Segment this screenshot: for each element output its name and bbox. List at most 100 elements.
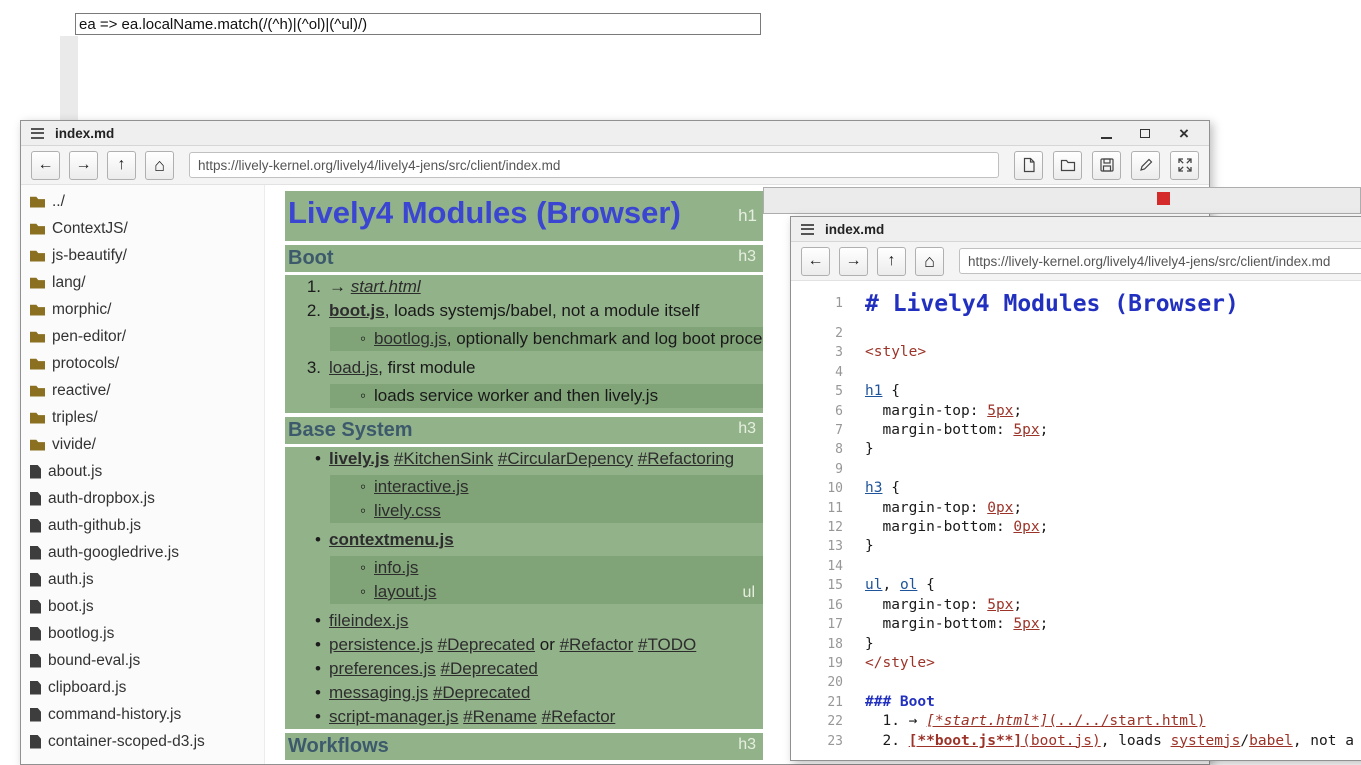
sidebar-item[interactable]: auth.js <box>21 566 264 593</box>
md-link[interactable]: messaging.js <box>329 683 428 702</box>
back-button[interactable]: ← <box>31 151 60 180</box>
md-link[interactable]: start.html <box>351 277 421 296</box>
maximize-button[interactable] <box>1132 124 1158 142</box>
code-line[interactable]: 12 margin-bottom: 0px; <box>791 518 1361 537</box>
sidebar-item[interactable]: morphic/ <box>21 296 264 323</box>
sidebar-item[interactable]: boot.js <box>21 593 264 620</box>
sidebar-item[interactable]: vivide/ <box>21 431 264 458</box>
sidebar-item[interactable]: auth-googledrive.js <box>21 539 264 566</box>
sidebar-item[interactable]: ../ <box>21 188 264 215</box>
md-link[interactable]: #Deprecated <box>433 683 530 702</box>
md-link[interactable]: [*start.html*] <box>926 713 1048 729</box>
minimize-button[interactable] <box>1093 124 1119 142</box>
md-link[interactable]: contextmenu.js <box>329 530 454 549</box>
code-line[interactable]: 14 <box>791 557 1361 576</box>
md-link[interactable]: preferences.js <box>329 659 436 678</box>
code-line[interactable]: 13} <box>791 537 1361 556</box>
code-line[interactable]: 3<style> <box>791 343 1361 362</box>
md-link[interactable]: #CircularDepency <box>498 449 633 468</box>
back-button[interactable]: ← <box>801 247 830 276</box>
new-file-button[interactable] <box>1014 151 1043 180</box>
sidebar-item[interactable]: triples/ <box>21 404 264 431</box>
sidebar-item[interactable]: js-beautify/ <box>21 242 264 269</box>
open-folder-button[interactable] <box>1053 151 1082 180</box>
md-link[interactable]: lively.css <box>374 501 441 520</box>
md-link[interactable]: fileindex.js <box>329 611 408 630</box>
md-link[interactable]: #Deprecated <box>441 659 538 678</box>
md-link[interactable]: #Refactor <box>560 635 634 654</box>
window-menu-icon[interactable] <box>31 128 44 139</box>
text-segment: ; <box>1040 422 1049 438</box>
code-line[interactable]: 9 <box>791 460 1361 479</box>
md-link[interactable]: boot.js <box>329 301 385 320</box>
code-line[interactable]: 18} <box>791 635 1361 654</box>
md-link[interactable]: #KitchenSink <box>394 449 493 468</box>
code-line[interactable]: 23 2. [**boot.js**](boot.js), loads syst… <box>791 732 1361 751</box>
sidebar-item[interactable]: protocols/ <box>21 350 264 377</box>
md-link[interactable]: #TODO <box>638 635 696 654</box>
sidebar-item[interactable]: container-scoped-d3.js <box>21 728 264 755</box>
close-button[interactable]: × <box>1171 124 1197 142</box>
sidebar-item[interactable]: command-history.js <box>21 701 264 728</box>
code-line[interactable]: 7 margin-bottom: 5px; <box>791 421 1361 440</box>
sidebar-item[interactable]: lang/ <box>21 269 264 296</box>
md-link[interactable]: lively.js <box>329 449 389 468</box>
code-line[interactable]: 6 margin-top: 5px; <box>791 402 1361 421</box>
md-link[interactable]: layout.js <box>374 582 436 601</box>
md-link[interactable]: script-manager.js <box>329 707 458 726</box>
code-line[interactable]: 16 margin-top: 5px; <box>791 596 1361 615</box>
sidebar-item[interactable]: auth-github.js <box>21 512 264 539</box>
md-link[interactable]: #Deprecated <box>438 635 535 654</box>
code-line[interactable]: 1# Lively4 Modules (Browser) <box>791 287 1361 324</box>
code-line[interactable]: 15ul, ol { <box>791 576 1361 595</box>
code-line[interactable]: 5h1 { <box>791 382 1361 401</box>
md-link[interactable]: interactive.js <box>374 477 468 496</box>
md-link[interactable]: #Refactor <box>542 707 616 726</box>
url-input[interactable] <box>189 152 999 178</box>
code-line[interactable]: 19</style> <box>791 654 1361 673</box>
code-editor[interactable]: 1# Lively4 Modules (Browser) 2 3<style> … <box>791 281 1361 760</box>
code-line[interactable]: 4 <box>791 363 1361 382</box>
code-line[interactable]: 21### Boot <box>791 693 1361 712</box>
md-link[interactable]: load.js <box>329 358 378 377</box>
save-button[interactable] <box>1092 151 1121 180</box>
code-line[interactable]: 20 <box>791 673 1361 692</box>
code-line[interactable]: 22 1. → [*start.html*](../../start.html) <box>791 712 1361 731</box>
md-link[interactable]: info.js <box>374 558 418 577</box>
sidebar-item[interactable]: reactive/ <box>21 377 264 404</box>
md-link[interactable]: [**boot.js**] <box>909 733 1023 749</box>
code-line[interactable]: 17 margin-bottom: 5px; <box>791 615 1361 634</box>
md-link[interactable]: persistence.js <box>329 635 433 654</box>
sidebar-item[interactable]: ContextJS/ <box>21 215 264 242</box>
up-button[interactable]: ↑ <box>107 151 136 180</box>
code-line[interactable]: 10h3 { <box>791 479 1361 498</box>
md-link[interactable]: #Refactoring <box>638 449 734 468</box>
sidebar-item[interactable]: clipboard.js <box>21 674 264 701</box>
md-link[interactable]: #Rename <box>463 707 537 726</box>
forward-button[interactable]: → <box>69 151 98 180</box>
background-window-strip[interactable] <box>763 187 1361 214</box>
expand-button[interactable] <box>1170 151 1199 180</box>
sidebar-item[interactable]: auth-dropbox.js <box>21 485 264 512</box>
sidebar-item[interactable]: about.js <box>21 458 264 485</box>
code-line[interactable]: 11 margin-top: 0px; <box>791 499 1361 518</box>
folder-icon <box>30 304 45 316</box>
code-line[interactable]: 2 <box>791 324 1361 343</box>
window2-titlebar[interactable]: index.md <box>791 217 1361 242</box>
url-input[interactable] <box>959 248 1361 274</box>
home-button[interactable]: ⌂ <box>915 247 944 276</box>
code-line[interactable]: 8} <box>791 440 1361 459</box>
forward-button[interactable]: → <box>839 247 868 276</box>
home-button[interactable]: ⌂ <box>145 151 174 180</box>
edit-button[interactable] <box>1131 151 1160 180</box>
md-link[interactable]: (../../start.html) <box>1048 713 1205 729</box>
up-button[interactable]: ↑ <box>877 247 906 276</box>
sidebar-item[interactable]: pen-editor/ <box>21 323 264 350</box>
md-link[interactable]: (boot.js) <box>1022 733 1101 749</box>
window1-titlebar[interactable]: index.md × <box>21 121 1209 146</box>
window-menu-icon[interactable] <box>801 224 814 235</box>
element-filter-input[interactable] <box>75 13 761 35</box>
sidebar-item[interactable]: bootlog.js <box>21 620 264 647</box>
md-link[interactable]: bootlog.js <box>374 329 447 348</box>
sidebar-item[interactable]: bound-eval.js <box>21 647 264 674</box>
